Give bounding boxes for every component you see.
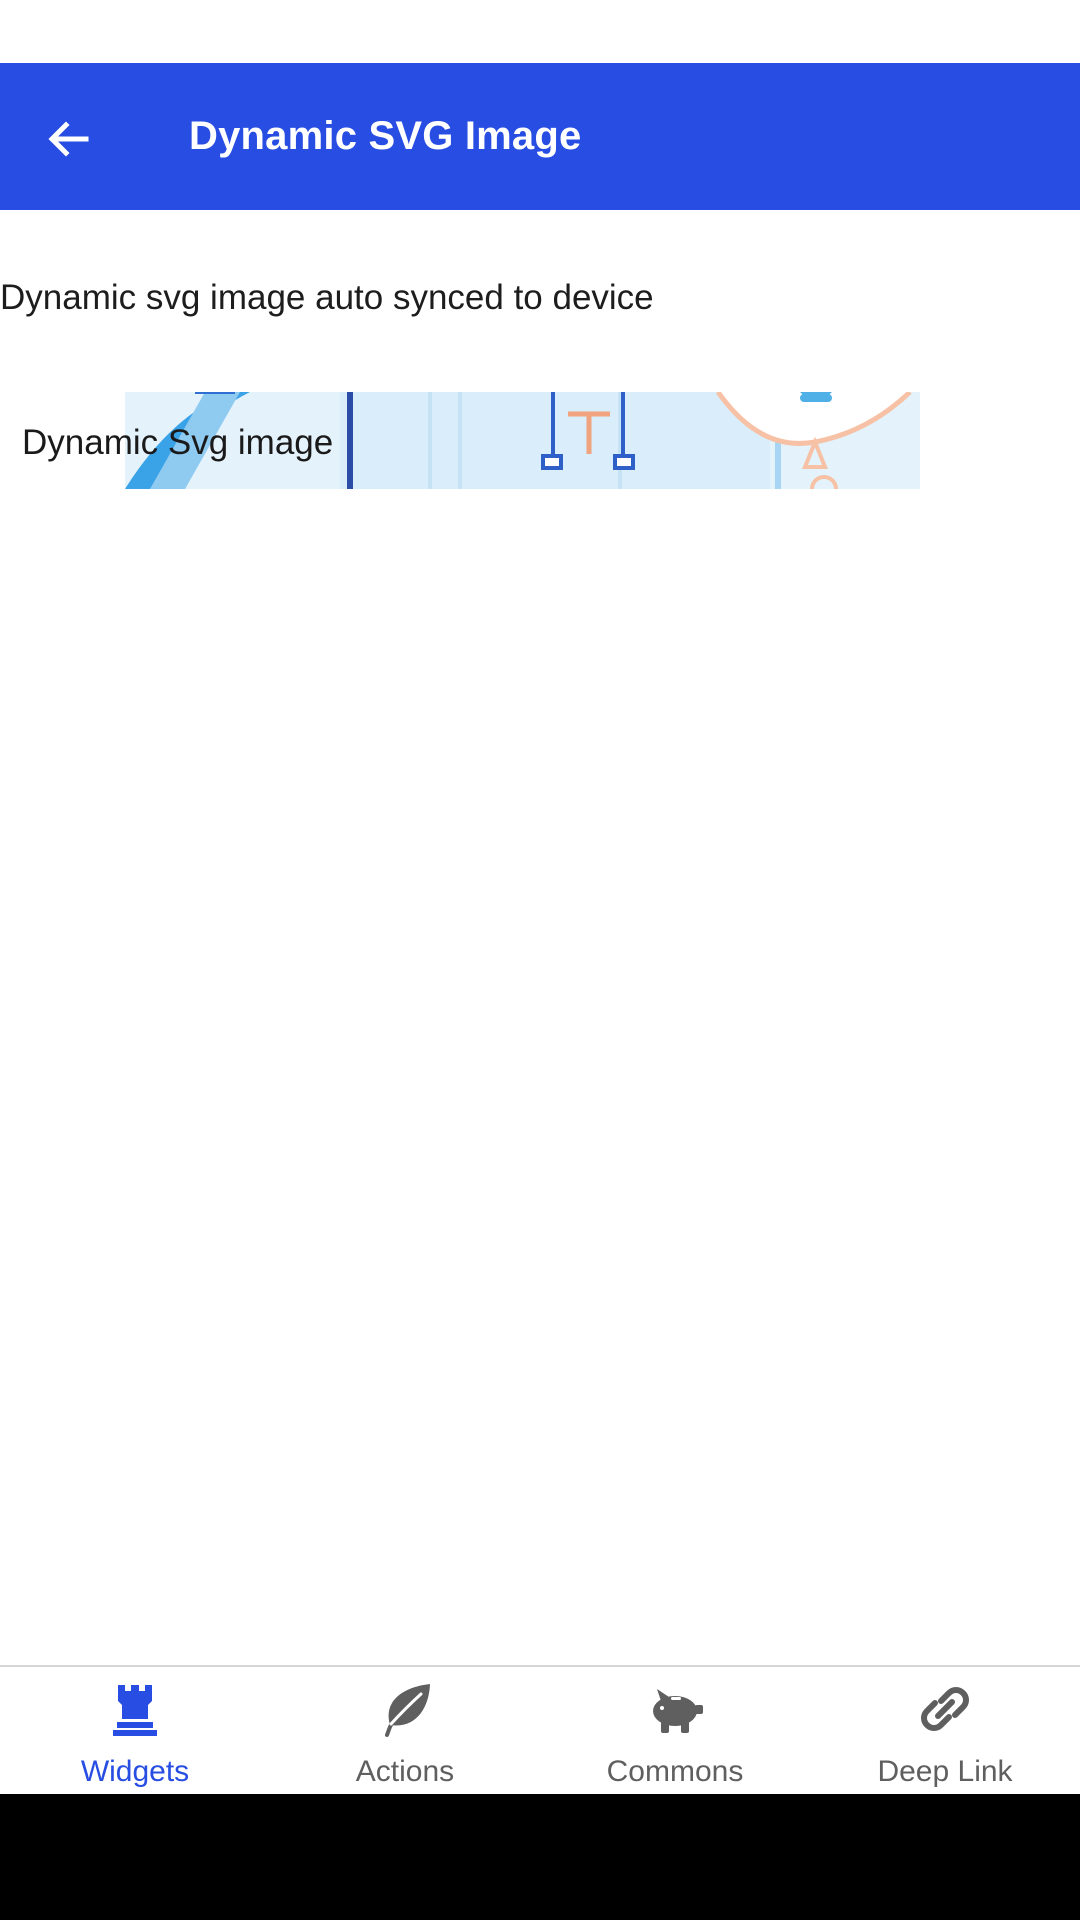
dynamic-svg-image: Dynamic Svg image: [0, 392, 1080, 489]
nav-item-widgets[interactable]: Widgets: [0, 1667, 270, 1796]
nav-item-actions[interactable]: Actions: [270, 1667, 540, 1796]
nav-item-commons[interactable]: Commons: [540, 1667, 810, 1796]
app-screen: Dynamic SVG Image Dynamic svg image auto…: [0, 0, 1080, 1920]
description-text: Dynamic svg image auto synced to device: [0, 278, 654, 317]
nav-label-deep-link: Deep Link: [877, 1755, 1013, 1788]
bottom-navigation: Widgets Actions Commons Deep Link: [0, 1665, 1080, 1796]
arrow-left-icon: [48, 121, 89, 157]
nav-label-actions: Actions: [355, 1755, 455, 1788]
nav-label-widgets: Widgets: [80, 1755, 190, 1788]
back-button[interactable]: [28, 99, 108, 179]
system-navigation-bar: [0, 1794, 1080, 1920]
piggy-bank-icon: [653, 1689, 703, 1733]
status-bar: [0, 0, 1080, 63]
page-title: Dynamic SVG Image: [189, 114, 582, 158]
leaf-icon: [385, 1684, 430, 1737]
link-icon: [921, 1687, 969, 1731]
app-bar: Dynamic SVG Image: [0, 63, 1080, 210]
nav-label-commons: Commons: [606, 1755, 744, 1788]
svg-image-caption: Dynamic Svg image: [22, 423, 334, 462]
chess-rook-icon: [113, 1685, 157, 1736]
nav-item-deep-link[interactable]: Deep Link: [810, 1667, 1080, 1796]
